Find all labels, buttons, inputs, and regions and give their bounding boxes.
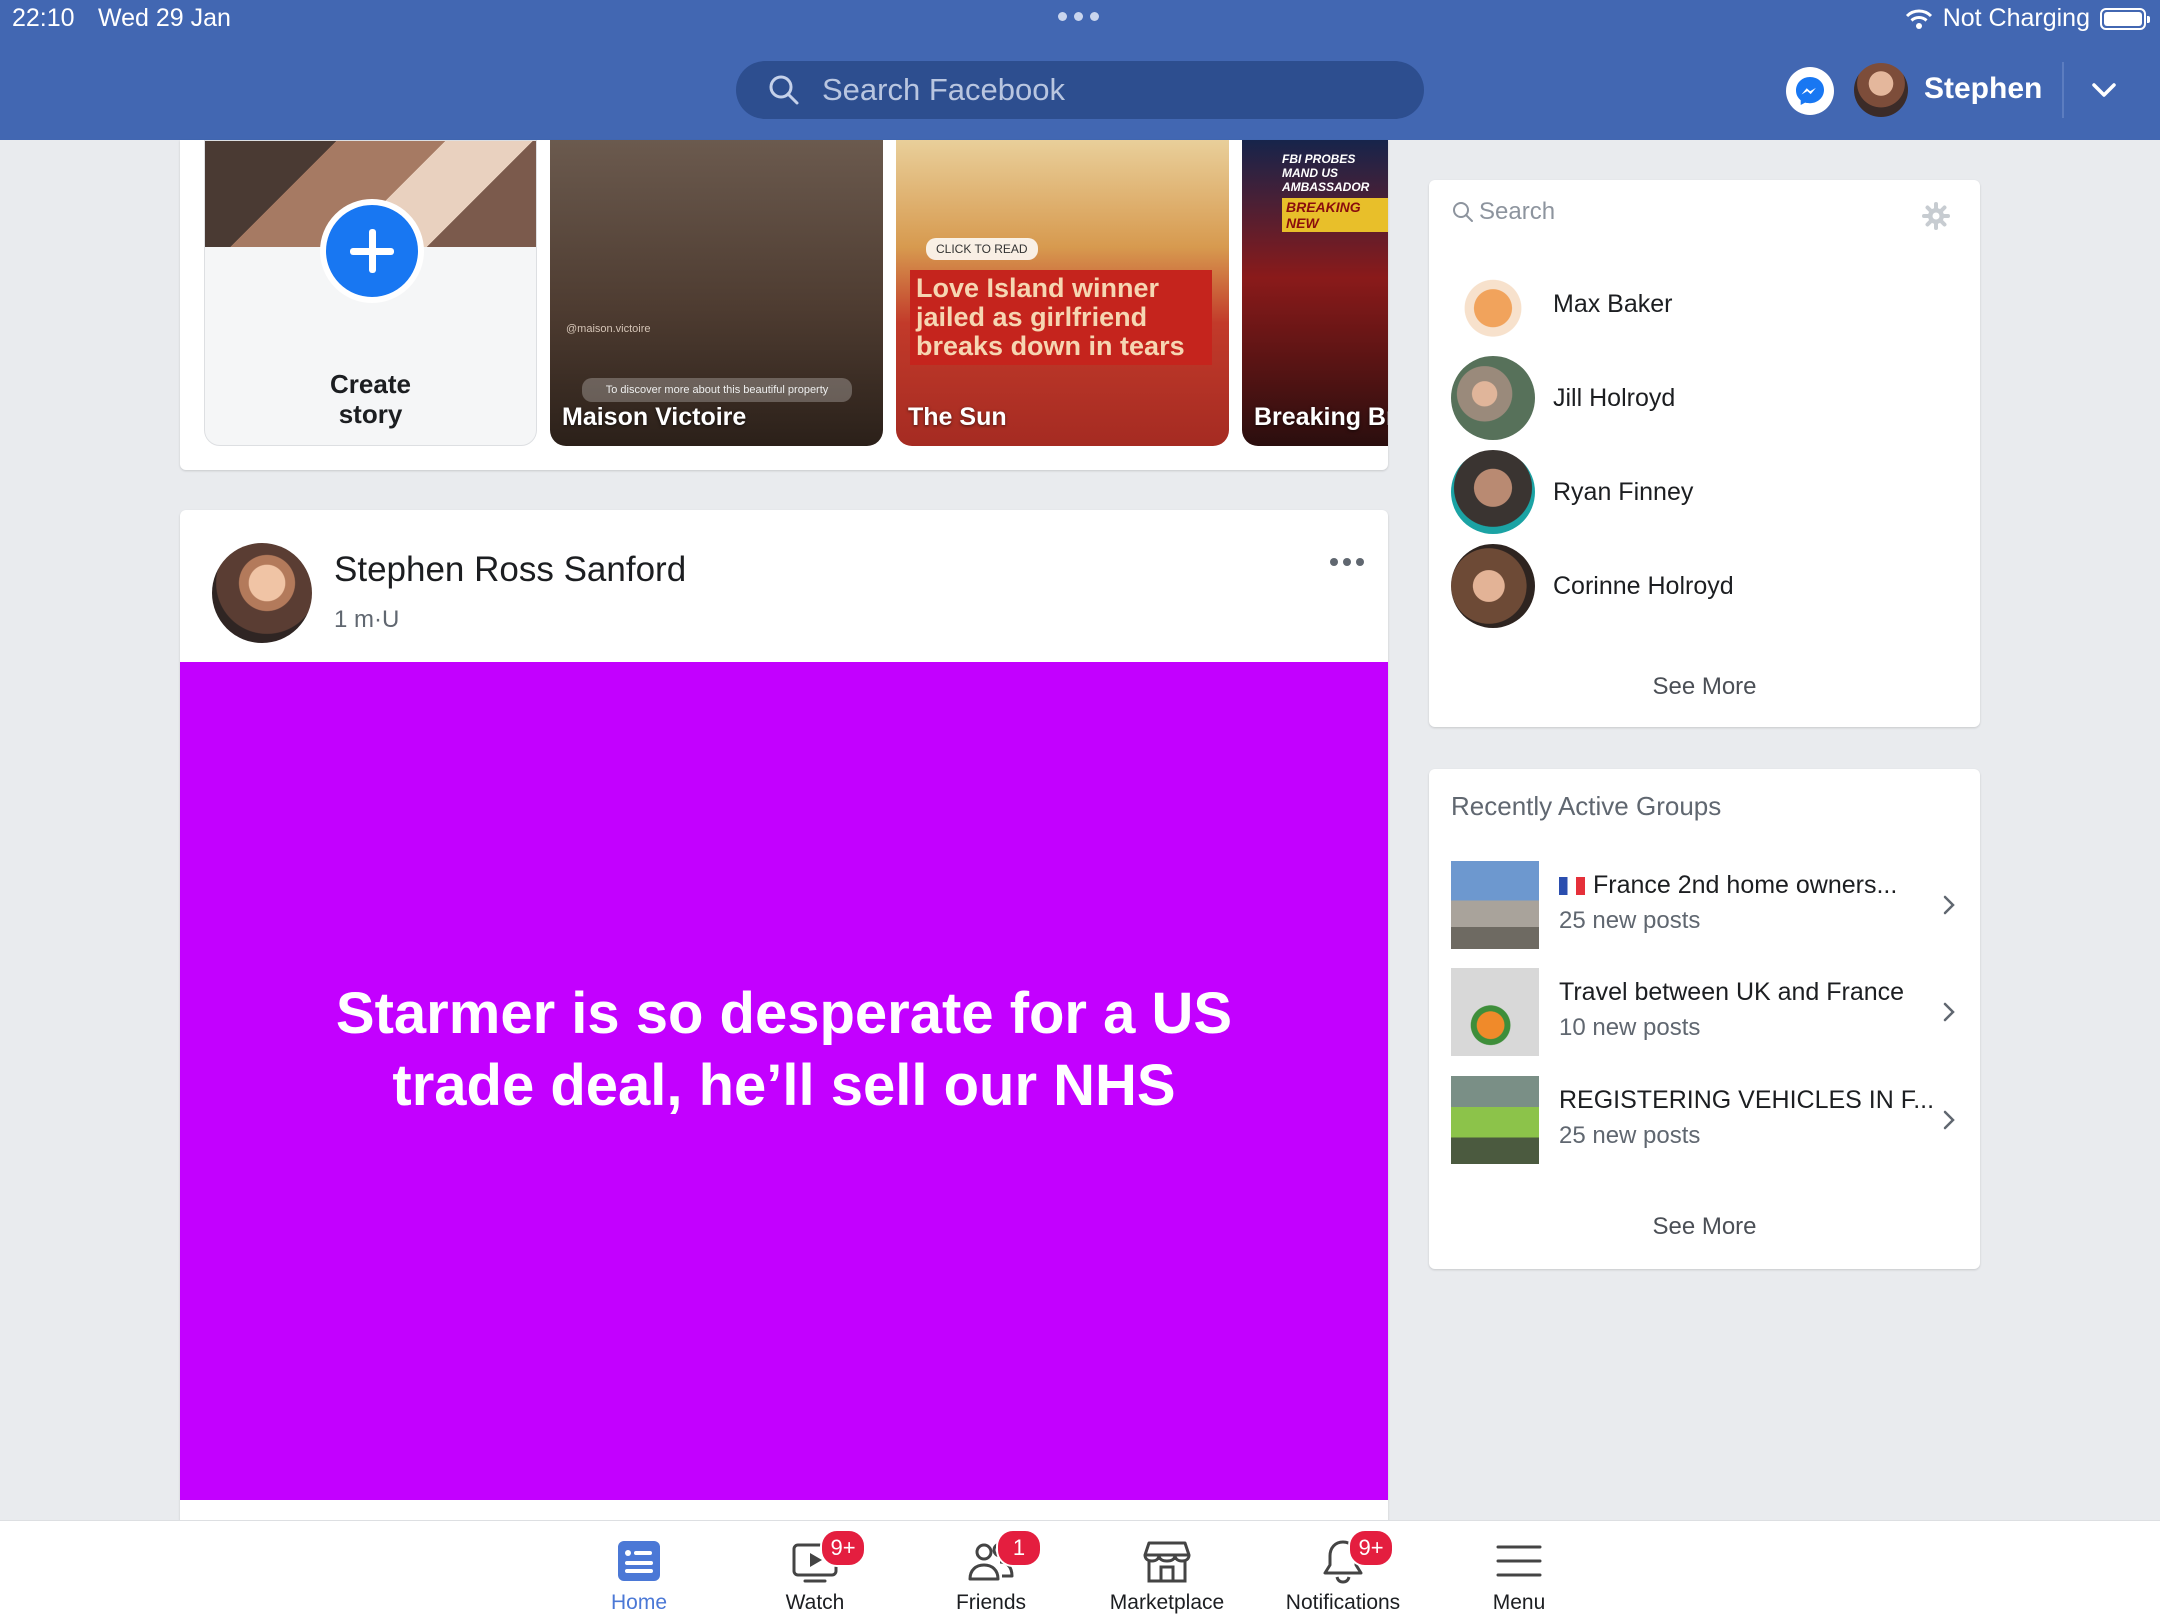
chevron-down-icon[interactable] [2088,74,2120,106]
france-flag-icon [1559,877,1585,895]
contact-item[interactable]: Ryan Finney [1451,450,1971,534]
avatar[interactable] [1854,63,1908,117]
story-name: The Sun [908,403,1007,431]
stories-tray: Create story @maison.victoire To discove… [180,140,1388,470]
group-item[interactable]: REGISTERING VEHICLES IN F... 25 new post… [1451,1076,1961,1164]
tab-label: Marketplace [1109,1591,1225,1614]
marketplace-shop-icon [1143,1541,1191,1583]
group-new-posts: 10 new posts [1559,1014,1701,1041]
tab-label: Menu [1492,1591,1546,1614]
divider [2062,62,2064,118]
plus-icon[interactable] [320,199,424,303]
group-name: Travel between UK and France [1559,978,1905,1006]
group-item[interactable]: Travel between UK and France 10 new post… [1451,968,1961,1056]
tab-watch[interactable]: 9+ Watch [730,1521,900,1621]
contacts-panel: Search Max Baker Jill Holroyd Ryan Finne… [1429,180,1980,727]
groups-title: Recently Active Groups [1451,791,1722,821]
tab-marketplace[interactable]: Marketplace [1082,1521,1252,1621]
search-placeholder: Search Facebook [822,72,1065,107]
contact-name: Ryan Finney [1553,477,1694,506]
avatar [1451,450,1535,534]
contact-name: Corinne Holroyd [1553,571,1734,600]
contact-item[interactable]: Corinne Holroyd [1451,544,1971,628]
wifi-icon [1905,9,1932,29]
contacts-see-more-button[interactable]: See More [1429,673,1980,701]
story-link-pill: CLICK TO READ [926,238,1038,260]
status-date: Wed 29 Jan [98,4,231,32]
avatar[interactable] [212,543,312,643]
post-text: Starmer is so desperate for a US trade d… [335,981,1233,1118]
more-options-icon[interactable] [1330,558,1364,566]
chevron-right-icon [1943,1002,1955,1022]
chevron-right-icon [1943,895,1955,915]
chevron-right-icon [1943,1110,1955,1130]
feed-post: Stephen Ross Sanford 1 m·U Starmer is so… [180,510,1388,1520]
messenger-icon[interactable] [1786,67,1834,115]
top-bar: 22:10 Wed 29 Jan Not Charging Search Fac… [0,0,2160,140]
create-story-label: Create story [330,369,411,429]
tab-label: Home [610,1591,668,1614]
post-author[interactable]: Stephen Ross Sanford [334,550,686,590]
tab-label: Watch [785,1591,845,1614]
tab-menu[interactable]: Menu [1434,1521,1604,1621]
story-name: Breaking Br [1254,403,1388,431]
story-the-sun[interactable]: CLICK TO READ Love Island winner jailed … [896,140,1229,446]
hamburger-menu-icon [1496,1545,1542,1577]
tab-home[interactable]: Home [554,1521,724,1621]
multitasking-dots-icon[interactable] [1058,12,1099,21]
home-feed-icon [618,1541,660,1581]
groups-see-more-button[interactable]: See More [1429,1213,1980,1241]
group-name: France 2nd home owners... [1559,871,1897,900]
story-maison-victoire[interactable]: @maison.victoire To discover more about … [550,140,883,446]
group-thumbnail [1451,861,1539,949]
create-story-card[interactable]: Create story [204,140,537,446]
search-icon [1453,202,1473,222]
bottom-tab-bar: Home 9+ Watch 1 Friends Marketplace 9+ N… [0,1520,2160,1621]
profile-name[interactable]: Stephen [1924,72,2042,106]
story-handle: @maison.victoire [566,323,651,335]
avatar [1451,356,1535,440]
tab-friends[interactable]: 1 Friends [906,1521,1076,1621]
friends-badge: 1 [996,1529,1042,1567]
search-input[interactable]: Search Facebook [736,61,1424,119]
group-thumbnail [1451,968,1539,1056]
tab-label: Friends [955,1591,1027,1614]
tab-label: Notifications [1285,1591,1401,1614]
avatar [1451,262,1535,346]
contact-item[interactable]: Max Baker [1451,262,1971,346]
post-meta: 1 m·U [334,606,400,633]
group-thumbnail [1451,1076,1539,1164]
search-icon [769,75,799,105]
group-name: REGISTERING VEHICLES IN F... [1559,1086,1935,1114]
story-breaking[interactable]: FBI PROBES MAND US AMBASSADOR BREAKING N… [1242,140,1388,446]
group-new-posts: 25 new posts [1559,1122,1701,1149]
story-headline: Love Island winner jailed as girlfriend … [910,270,1212,365]
status-right: Not Charging [1905,4,2150,33]
contact-name: Max Baker [1553,289,1673,318]
watch-badge: 9+ [820,1529,866,1567]
contacts-search-input[interactable]: Search [1451,198,1555,226]
story-tag: BREAKING NEW [1282,198,1388,232]
status-time: 22:10 [12,4,75,32]
tab-notifications[interactable]: 9+ Notifications [1258,1521,1428,1621]
story-top-text: FBI PROBES MAND US AMBASSADOR [1282,152,1370,194]
post-background[interactable]: Starmer is so desperate for a US trade d… [180,662,1388,1500]
notifications-badge: 9+ [1348,1529,1394,1567]
contact-item[interactable]: Jill Holroyd [1451,356,1971,440]
battery-icon [2100,7,2150,30]
story-name: Maison Victoire [562,403,747,431]
charging-status: Not Charging [1942,4,2090,32]
gear-icon[interactable] [1922,202,1950,230]
story-link-pill: To discover more about this beautiful pr… [582,378,852,402]
contact-name: Jill Holroyd [1553,383,1676,412]
group-new-posts: 25 new posts [1559,907,1701,934]
contacts-search-placeholder: Search [1479,198,1556,225]
group-item[interactable]: France 2nd home owners... 25 new posts [1451,861,1961,949]
recent-groups-panel: Recently Active Groups France 2nd home o… [1429,769,1980,1269]
avatar [1451,544,1535,628]
